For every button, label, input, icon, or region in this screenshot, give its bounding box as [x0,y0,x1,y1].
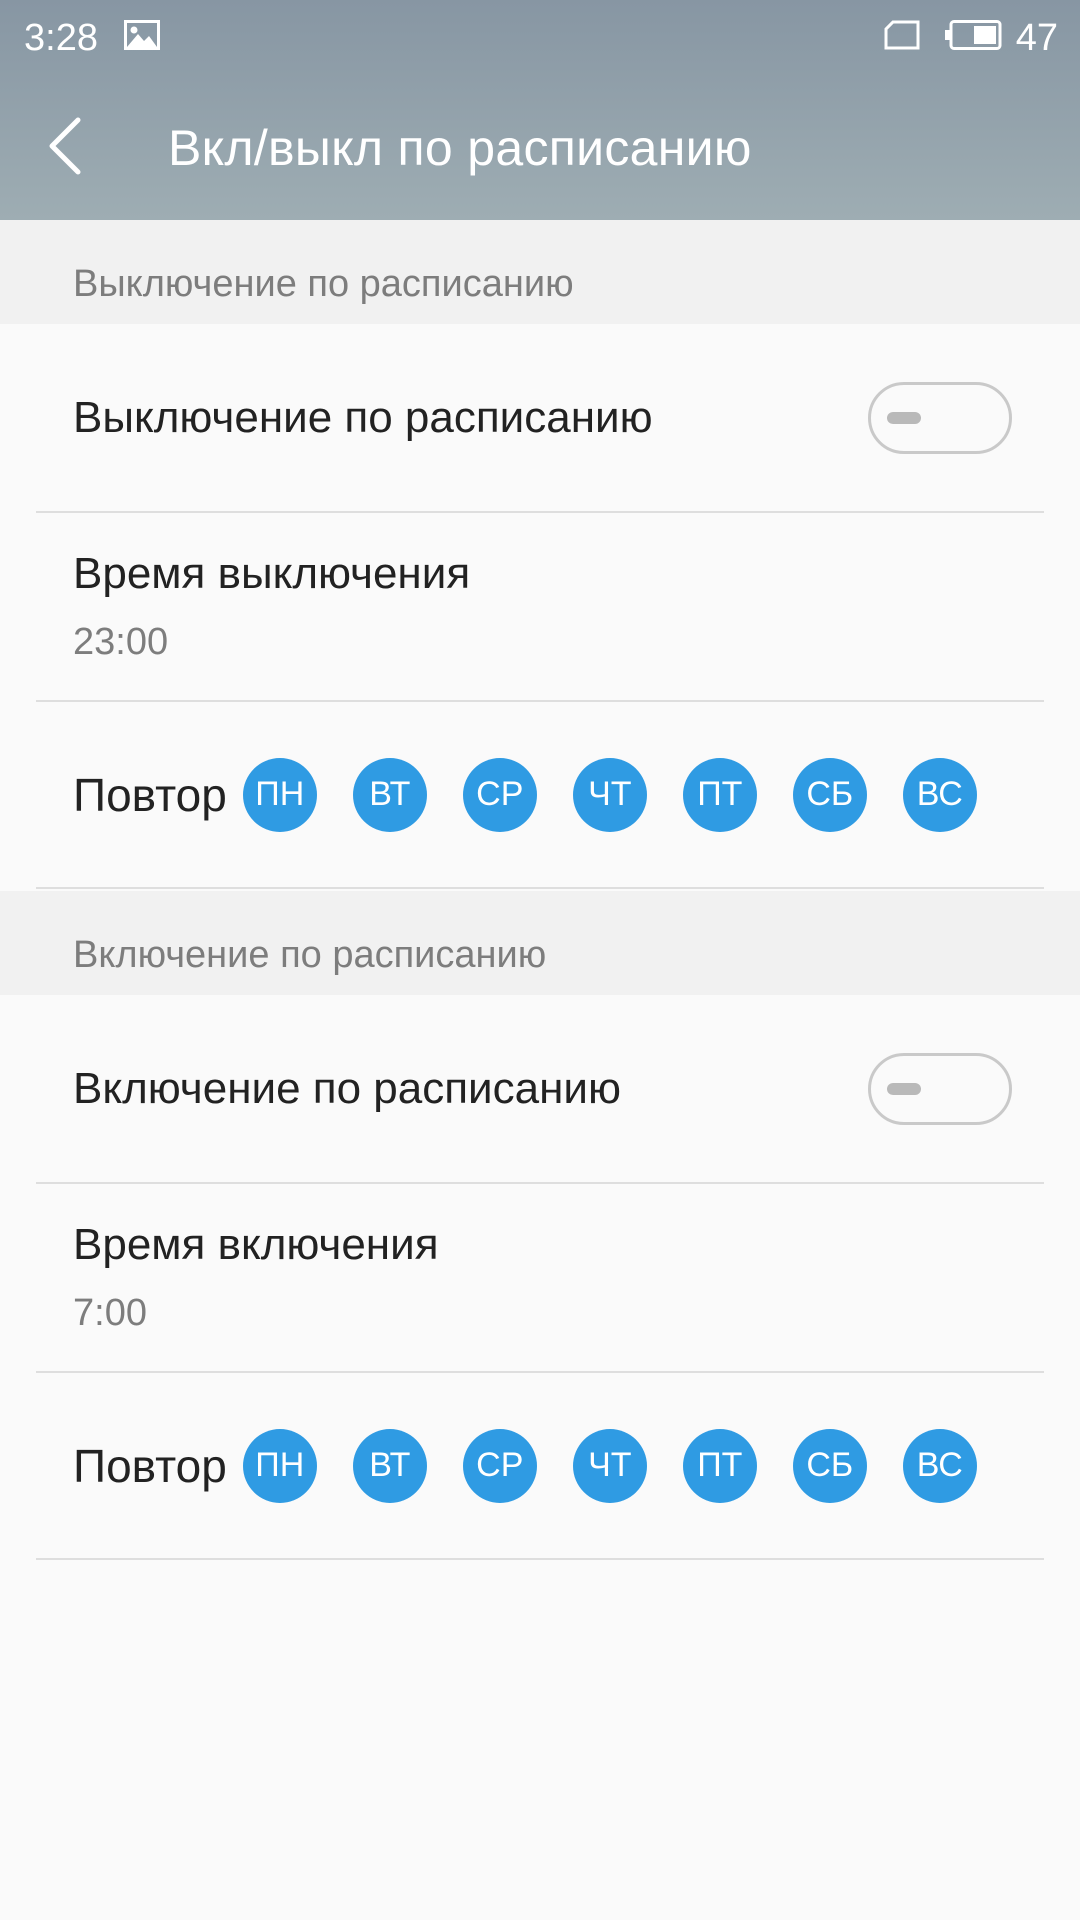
startup-day-sat[interactable]: СБ [792,1428,867,1503]
startup-repeat-label: Повтор [73,1439,227,1492]
startup-time-row[interactable]: Время включения 7:00 [36,1184,1044,1373]
shutdown-time-row[interactable]: Время выключения 23:00 [36,513,1044,702]
status-right: 47 [884,17,1058,60]
status-left: 3:28 [24,17,160,60]
shutdown-repeat-label: Повтор [73,768,227,821]
startup-time-value: 7:00 [73,1292,147,1334]
startup-toggle-switch[interactable] [868,1052,1012,1125]
shutdown-day-wed[interactable]: СР [462,757,537,832]
battery-icon [944,17,1002,60]
startup-day-fri[interactable]: ПТ [682,1428,757,1503]
startup-day-thu[interactable]: ЧТ [572,1428,647,1503]
settings-list: Выключение по расписанию Выключение по р… [0,220,1080,1560]
battery-level: 47 [1015,16,1058,59]
status-bar: 3:28 47 [0,0,1080,76]
status-time: 3:28 [24,16,98,59]
chevron-left-icon [44,116,84,181]
shutdown-day-thu[interactable]: ЧТ [572,757,647,832]
startup-repeat-row: Повтор ПН ВТ СР ЧТ ПТ СБ ВС [36,1373,1044,1560]
startup-day-tue[interactable]: ВТ [352,1428,427,1503]
startup-day-wed[interactable]: СР [462,1428,537,1503]
toggle-knob [887,1082,921,1095]
shutdown-toggle-switch[interactable] [868,381,1012,454]
shutdown-time-value: 23:00 [73,621,169,663]
shutdown-day-fri[interactable]: ПТ [682,757,757,832]
shutdown-day-tue[interactable]: ВТ [352,757,427,832]
app-bar: 3:28 47 Вкл/выкл по расписанию [0,0,1080,220]
startup-day-sun[interactable]: ВС [902,1428,977,1503]
page-title: Вкл/выкл по расписанию [168,120,752,176]
toggle-knob [887,411,921,424]
sim-icon [884,17,920,60]
shutdown-day-sat[interactable]: СБ [792,757,867,832]
shutdown-day-mon[interactable]: ПН [242,757,317,832]
back-button[interactable] [44,76,164,220]
startup-day-mon[interactable]: ПН [242,1428,317,1503]
title-bar: Вкл/выкл по расписанию [0,76,1080,220]
startup-day-selector: ПН ВТ СР ЧТ ПТ СБ ВС [242,1428,977,1503]
shutdown-day-sun[interactable]: ВС [902,757,977,832]
section-header-shutdown: Выключение по расписанию [0,220,1080,324]
shutdown-day-selector: ПН ВТ СР ЧТ ПТ СБ ВС [242,757,977,832]
shutdown-repeat-row: Повтор ПН ВТ СР ЧТ ПТ СБ ВС [36,702,1044,889]
shutdown-toggle-label: Выключение по расписанию [73,392,653,442]
shutdown-time-label: Время выключения [73,549,471,598]
section-header-startup: Включение по расписанию [0,891,1080,995]
image-icon [123,17,160,60]
startup-toggle-label: Включение по расписанию [73,1063,621,1113]
shutdown-toggle-row[interactable]: Выключение по расписанию [36,324,1044,513]
startup-toggle-row[interactable]: Включение по расписанию [36,995,1044,1184]
startup-time-label: Время включения [73,1220,439,1269]
